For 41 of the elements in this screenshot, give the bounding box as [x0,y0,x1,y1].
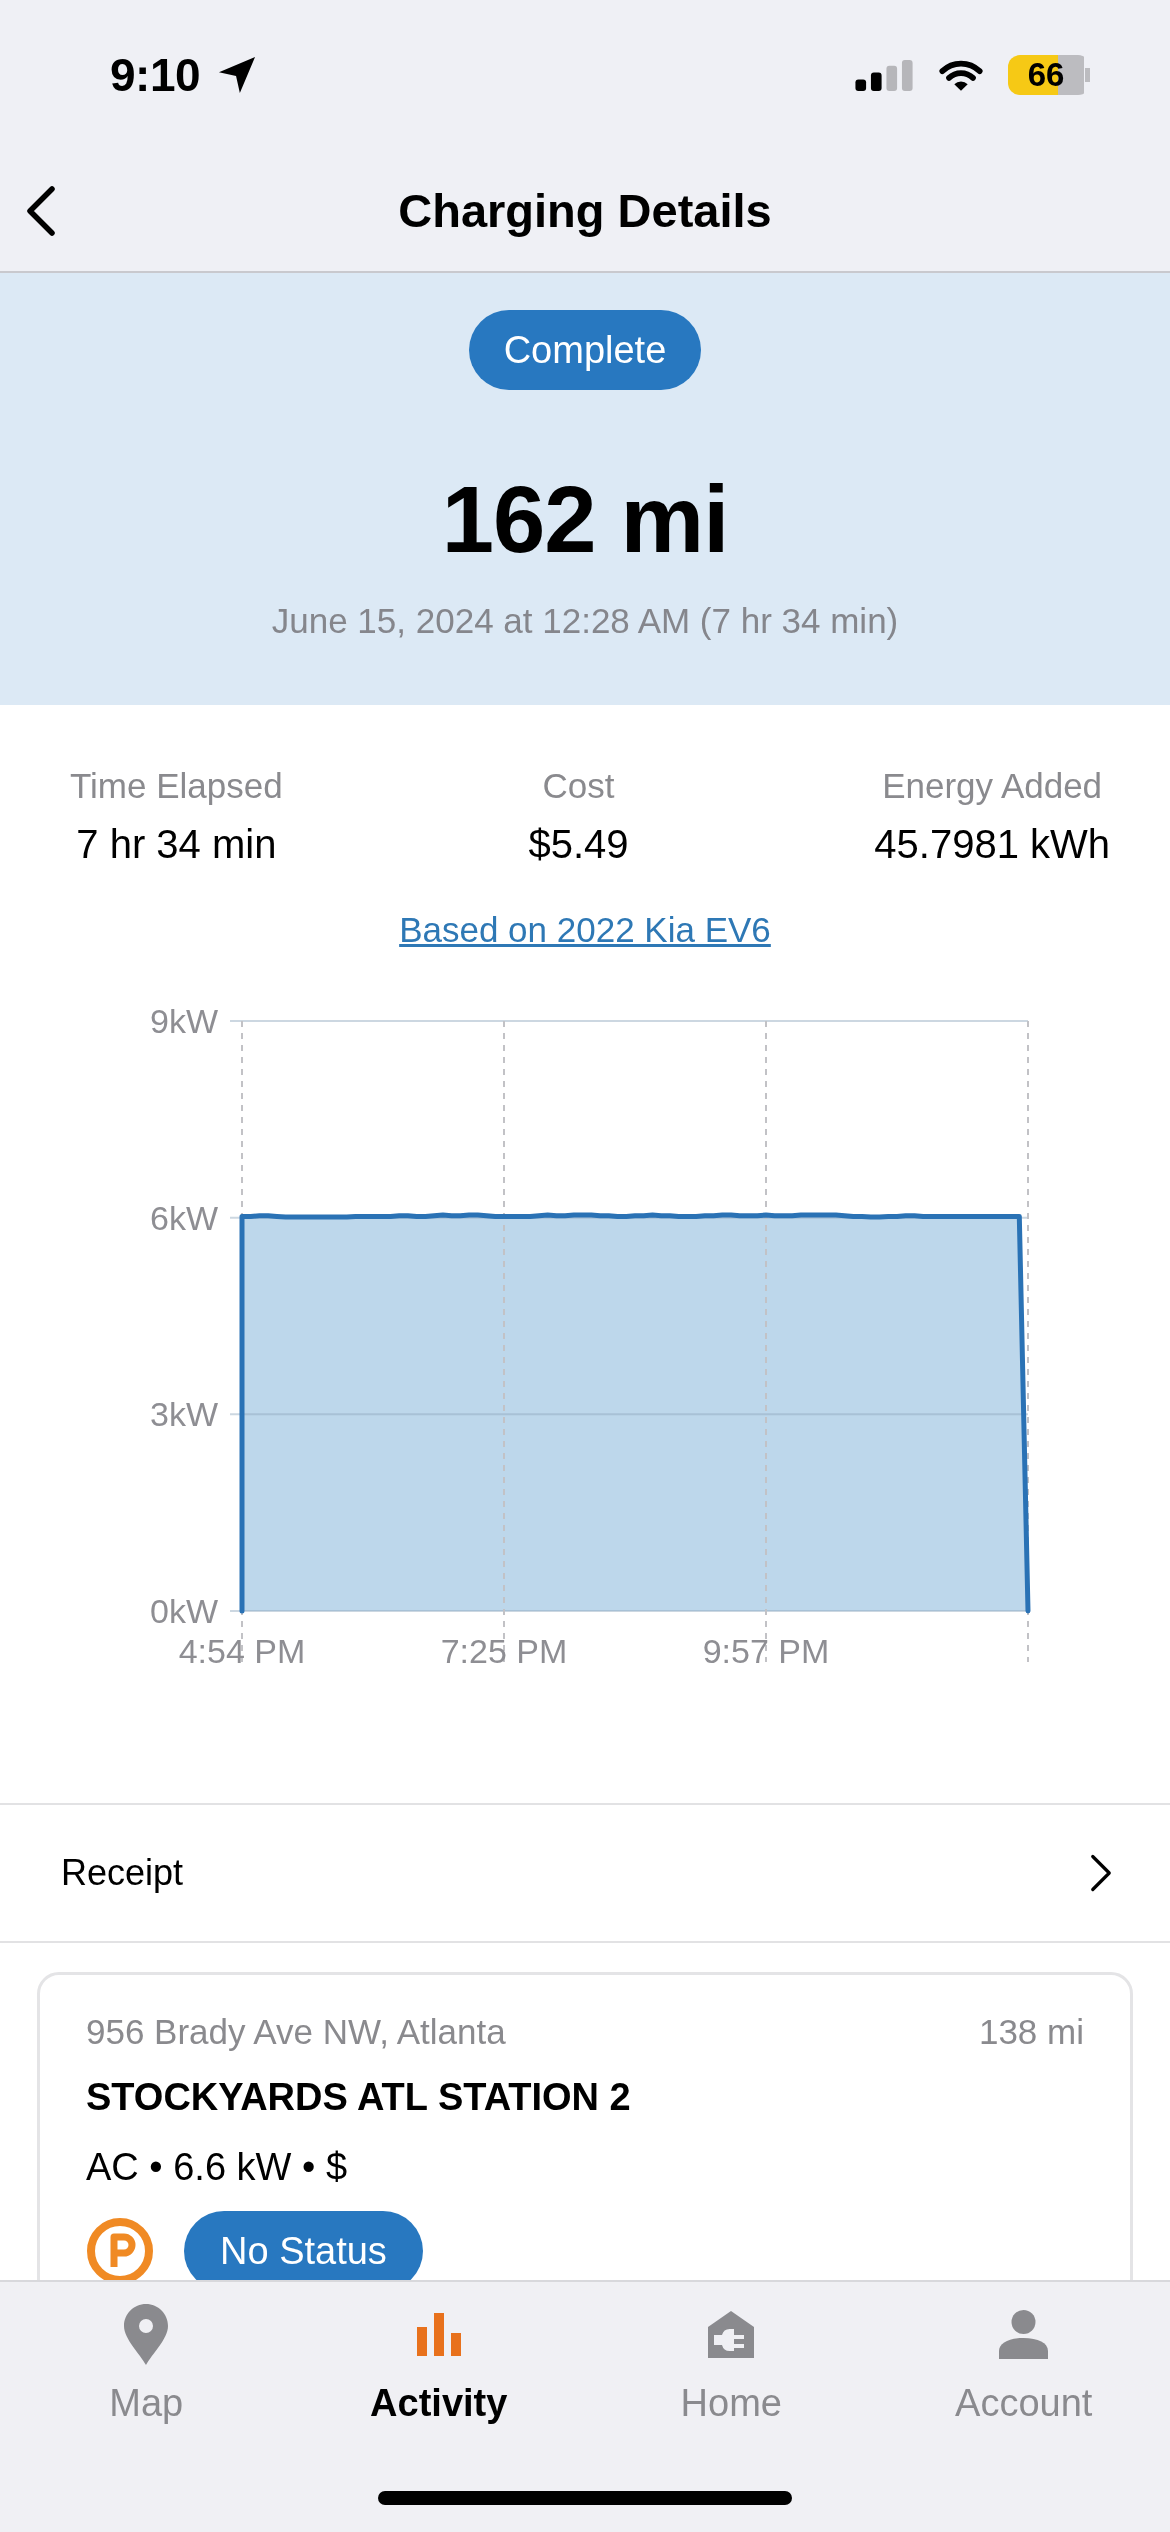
tab-item[interactable]: Home [680,2302,782,2426]
person-icon [999,2309,1049,2359]
stat-label: Energy Added [882,765,1103,807]
stat-value: 45.7981 kWh [874,821,1110,868]
y-axis-label: 6kW [150,1198,218,1237]
chevron-left-icon [26,185,56,236]
stat-label: Time Elapsed [70,765,283,807]
station-card[interactable]: 956 Brady Ave NW, Atlanta 138 mi STOCKYARDS ATL STATION 2 AC • 6.6 kW • $ No Status [37,1972,1133,2280]
wifi-icon [938,58,984,92]
bar-chart-icon [416,2312,461,2356]
circled-p-icon [86,2217,154,2280]
x-axis-label: 9:57 PM [702,1632,830,1670]
y-axis-label: 3kW [150,1395,218,1434]
x-axis-label: 4:54 PM [178,1632,306,1670]
tab-item[interactable]: Account [955,2302,1093,2426]
back-button[interactable] [26,185,56,236]
station-status: No Status [184,2211,423,2280]
house-plug-icon [708,2310,755,2358]
station-distance: 138 mi [978,2011,1084,2053]
map-pin-icon [124,2303,169,2365]
station-address: 956 Brady Ave NW, Atlanta [86,2011,506,2053]
receipt-row[interactable]: Receipt [0,1803,1170,1943]
stat-label: Cost [542,765,615,807]
station-specs: AC • 6.6 kW • $ [86,2145,348,2190]
stat-value: $5.49 [528,821,629,868]
y-axis-label: 0kW [150,1592,218,1630]
clock-time: 9:10 [110,48,201,102]
x-axis-label: 7:25 PM [440,1632,568,1670]
screen-title: Charging Details [398,182,772,239]
range-added: 162 mi [441,466,729,574]
stat-value: 7 hr 34 min [76,821,277,868]
station-name: STOCKYARDS ATL STATION 2 [86,2075,632,2120]
y-axis-label: 9kW [150,1002,218,1040]
tab-item[interactable]: Map [109,2302,184,2426]
location-arrow-icon [218,56,257,94]
status-pill: Complete [468,310,702,390]
signal-icon [855,59,914,91]
vehicle-link[interactable]: Based on 2022 Kia EV6 [399,908,771,952]
session-date: June 15, 2024 at 12:28 AM (7 hr 34 min) [271,600,899,642]
chevron-right-icon [1090,1853,1112,1893]
tab-item[interactable]: Activity [370,2302,508,2426]
